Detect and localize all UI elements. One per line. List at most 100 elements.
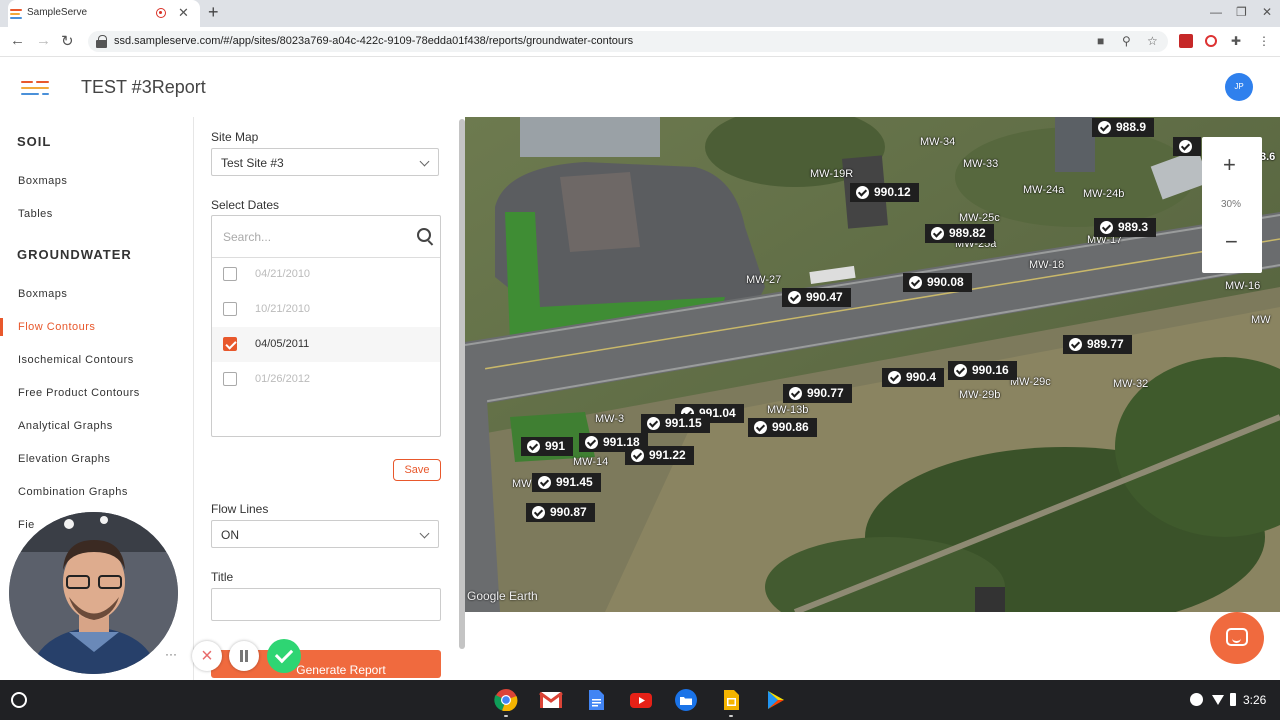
new-tab-button[interactable]: +	[208, 2, 219, 23]
well-value-label[interactable]: 991.45	[532, 473, 601, 492]
recorder-finish-button[interactable]	[267, 639, 301, 673]
play-store-icon[interactable]	[764, 689, 788, 711]
well-value-label[interactable]: 989.82	[925, 224, 994, 243]
slides-icon[interactable]	[719, 689, 743, 711]
system-clock[interactable]: 3:26	[1243, 693, 1266, 707]
date-checkbox[interactable]	[223, 302, 237, 316]
bookmark-star-icon[interactable]: ☆	[1147, 34, 1158, 48]
battery-icon[interactable]	[1230, 693, 1236, 706]
sidebar-item-analytical-graphs[interactable]: Analytical Graphs	[18, 420, 113, 432]
sidebar-item-field-data[interactable]: Fie	[18, 519, 35, 531]
date-checkbox-checked[interactable]	[223, 337, 237, 351]
zoom-level: 30%	[1221, 199, 1242, 210]
zoom-magnifier-icon[interactable]: ⚲	[1122, 34, 1131, 48]
well-value-label[interactable]: 988.9	[1092, 118, 1155, 137]
sidebar-item-isochemical-contours[interactable]: Isochemical Contours	[18, 354, 134, 366]
well-value-label[interactable]: 990.16	[948, 361, 1017, 380]
check-icon	[788, 291, 801, 304]
sampleserve-logo-icon[interactable]	[21, 81, 49, 96]
check-icon	[1069, 338, 1082, 351]
docs-icon[interactable]	[584, 689, 608, 711]
date-checkbox[interactable]	[223, 372, 237, 386]
reload-icon[interactable]: ↻	[61, 32, 74, 50]
well-name: MW-19R	[810, 168, 854, 180]
date-row[interactable]: 10/21/2010	[212, 292, 440, 327]
active-nav-indicator	[0, 318, 3, 336]
site-map[interactable]: MW-34 MW-33 MW-19R MW-24a MW-24b MW-25c …	[465, 117, 1280, 612]
close-window-button[interactable]: ✕	[1262, 5, 1272, 19]
well-name: MW-24a	[1023, 184, 1065, 196]
tab-close-icon[interactable]: ✕	[178, 5, 189, 21]
url-text[interactable]: ssd.sampleserve.com/#/app/sites/8023a769…	[114, 35, 633, 47]
date-row-selected[interactable]: 04/05/2011	[212, 327, 440, 362]
date-text: 04/21/2010	[255, 268, 311, 280]
chrome-icon[interactable]	[494, 689, 518, 711]
lock-icon-body	[96, 40, 107, 48]
well-value-label[interactable]: 991	[521, 437, 574, 456]
camera-icon[interactable]: ■	[1097, 34, 1104, 48]
check-icon	[931, 227, 944, 240]
well-name: MW-33	[963, 158, 999, 170]
date-row[interactable]: 04/21/2010	[212, 257, 440, 292]
launcher-icon[interactable]	[11, 692, 27, 708]
well-name: MW	[512, 478, 532, 490]
forward-arrow-icon[interactable]: →	[36, 32, 51, 49]
sidebar-item-elevation-graphs[interactable]: Elevation Graphs	[18, 453, 110, 465]
well-value-label[interactable]: 990.12	[850, 183, 919, 202]
running-indicator	[504, 715, 508, 717]
recorder-cancel-button[interactable]: ×	[192, 641, 222, 671]
well-value-label[interactable]: 990.87	[526, 503, 595, 522]
save-dates-button[interactable]: Save	[393, 459, 441, 481]
sidebar-heading-groundwater: GROUNDWATER	[17, 247, 132, 262]
recorder-more-button[interactable]: ···	[160, 645, 182, 667]
extension-pdf-icon[interactable]	[1179, 34, 1193, 48]
sidebar-item-soil-tables[interactable]: Tables	[18, 208, 53, 220]
map-credit: Google Earth	[467, 589, 538, 603]
minimize-window-button[interactable]: —	[1210, 5, 1222, 19]
well-value-label[interactable]	[1173, 137, 1201, 156]
zoom-out-button[interactable]: −	[1225, 229, 1238, 255]
date-row[interactable]: 01/26/2012	[212, 362, 440, 397]
well-value-label[interactable]: 990.86	[748, 418, 817, 437]
check-icon	[1179, 140, 1192, 153]
well-value-label[interactable]: 991.22	[625, 446, 694, 465]
browser-menu-icon[interactable]: ⋮	[1258, 34, 1270, 48]
files-icon[interactable]	[674, 689, 698, 711]
zoom-in-button[interactable]: +	[1223, 152, 1236, 178]
sidebar-item-free-product-contours[interactable]: Free Product Contours	[18, 387, 140, 399]
sidebar-item-gw-boxmaps[interactable]: Boxmaps	[18, 288, 67, 300]
extension-circle-icon[interactable]	[1205, 35, 1217, 47]
add-status-icon[interactable]	[1190, 693, 1203, 706]
well-name: MW-24b	[1083, 188, 1125, 200]
back-arrow-icon[interactable]: ←	[10, 32, 25, 49]
site-map-select[interactable]: Test Site #3	[211, 148, 439, 176]
restore-window-button[interactable]: ❐	[1236, 5, 1247, 19]
check-icon	[532, 506, 545, 519]
check-icon	[888, 371, 901, 384]
check-icon	[538, 476, 551, 489]
well-value-label[interactable]: 990.47	[782, 288, 851, 307]
date-search-input[interactable]: Search...	[212, 216, 440, 258]
recorder-pause-button[interactable]	[229, 641, 259, 671]
well-value-label[interactable]: 990.77	[783, 384, 852, 403]
youtube-icon[interactable]	[629, 689, 653, 711]
well-value-label[interactable]: 990.08	[903, 273, 972, 292]
well-value-label[interactable]: 990.4	[882, 368, 945, 387]
select-dates-label: Select Dates	[211, 198, 280, 212]
date-checkbox[interactable]	[223, 267, 237, 281]
search-icon[interactable]	[417, 228, 431, 242]
sidebar-item-flow-contours[interactable]: Flow Contours	[18, 321, 95, 333]
well-name: MW-14	[573, 456, 609, 468]
user-avatar[interactable]: JP	[1225, 73, 1253, 101]
sidebar-item-combination-graphs[interactable]: Combination Graphs	[18, 486, 128, 498]
well-value-label[interactable]: 989.77	[1063, 335, 1132, 354]
check-icon	[527, 440, 540, 453]
gmail-icon[interactable]	[539, 689, 563, 711]
flow-lines-select[interactable]: ON	[211, 520, 439, 548]
well-value-label[interactable]: 989.3	[1094, 218, 1157, 237]
extensions-puzzle-icon[interactable]: ✚	[1231, 34, 1241, 48]
report-title-input[interactable]	[211, 588, 441, 621]
well-value-label[interactable]: 991.15	[641, 414, 710, 433]
sidebar-item-soil-boxmaps[interactable]: Boxmaps	[18, 175, 67, 187]
wifi-icon[interactable]	[1212, 695, 1224, 705]
